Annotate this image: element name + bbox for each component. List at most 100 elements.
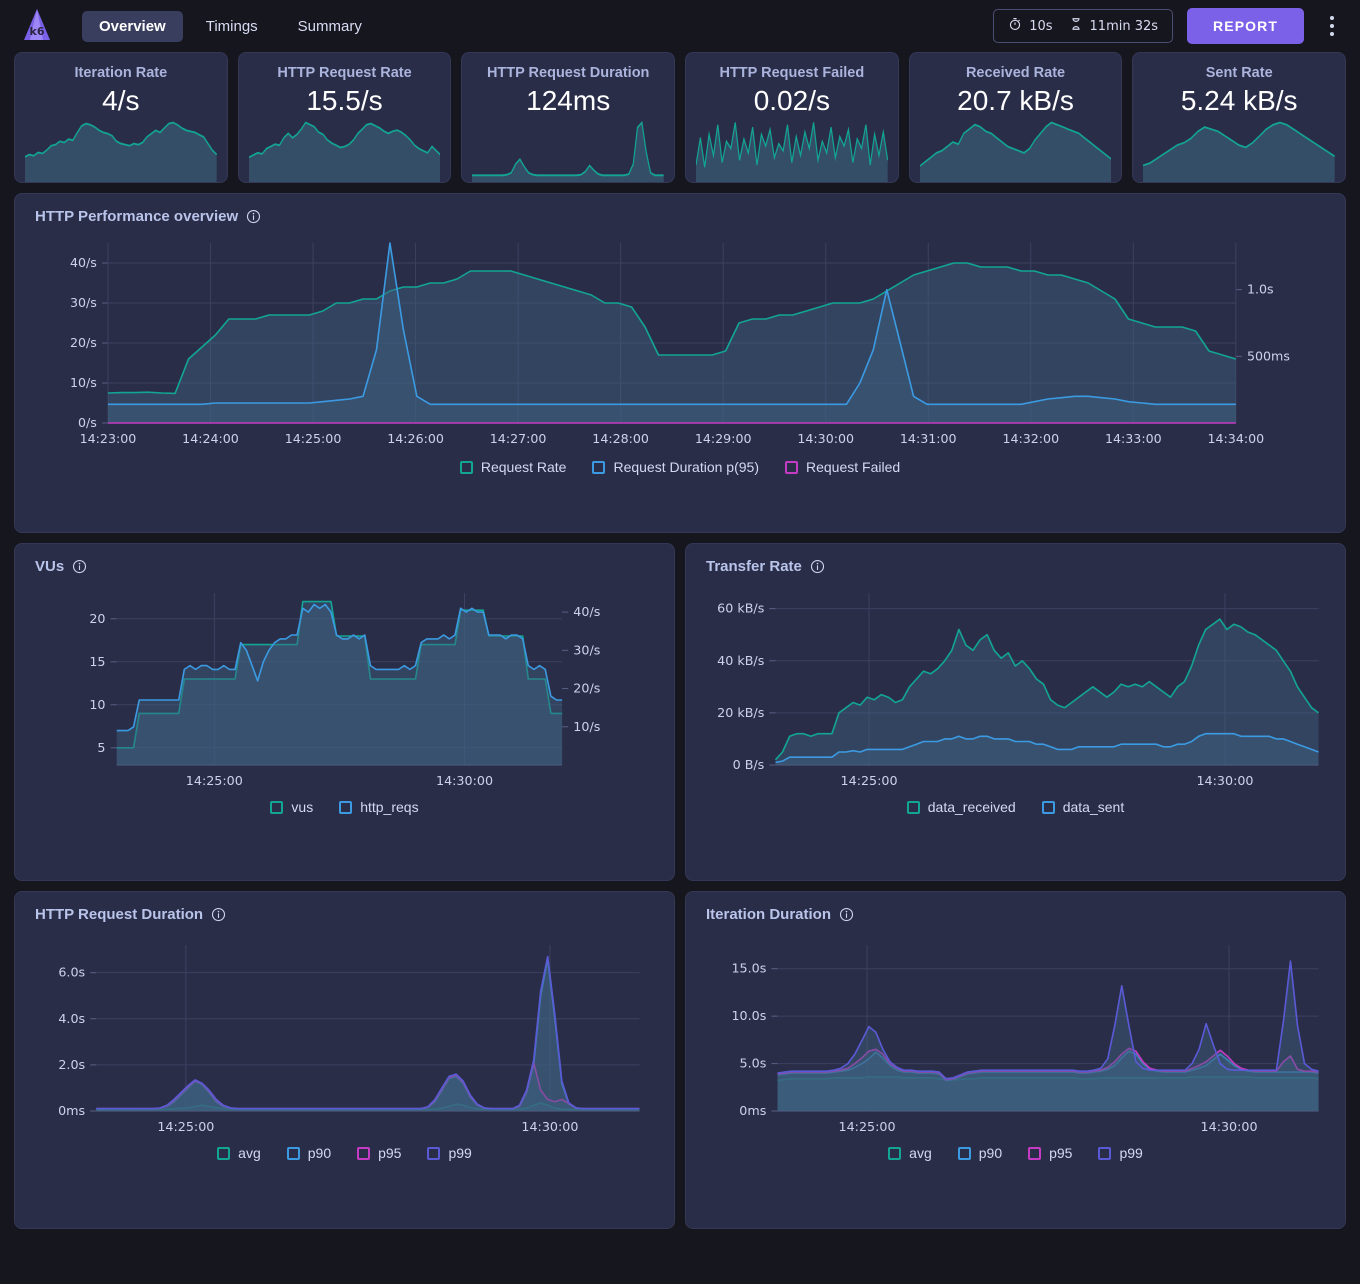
svg-text:14:30:00: 14:30:00 [436, 773, 493, 788]
stat-card-value: 4/s [102, 85, 140, 116]
info-icon[interactable] [72, 559, 87, 574]
legend-label: Request Failed [805, 459, 901, 475]
svg-text:14:25:00: 14:25:00 [157, 1119, 214, 1134]
stat-card-sparkline [25, 121, 217, 182]
stat-card-value: 15.5/s [306, 85, 383, 116]
stopwatch-icon [1008, 17, 1022, 35]
stat-card-sent-rate[interactable]: Sent Rate 5.24 kB/s [1132, 52, 1347, 183]
legend-swatch [592, 460, 606, 474]
legend-swatch [888, 1146, 902, 1160]
svg-text:14:25:00: 14:25:00 [285, 431, 342, 446]
svg-text:10/s: 10/s [573, 719, 600, 734]
refresh-interval[interactable]: 10s [1008, 17, 1053, 35]
legend-swatch [1041, 800, 1055, 814]
legend-item-p99[interactable]: p99 [1098, 1145, 1143, 1161]
stat-cards: Iteration Rate 4/s HTTP Request Rate 15.5/s… [0, 52, 1360, 183]
chart-iteration-duration[interactable]: 0ms 5.0s 10.0s 15.0s 14:25:00 14:30:00 [686, 923, 1345, 1141]
panel-title-transfer-rate: Transfer Rate [686, 544, 1345, 575]
http-performance-row: HTTP Performance overview 0/s 10/s 20/s 30/… [0, 183, 1360, 533]
svg-text:10.0s: 10.0s [731, 1008, 766, 1023]
panel-title-http-request-duration: HTTP Request Duration [15, 892, 674, 923]
legend-item-http-reqs[interactable]: http_reqs [339, 799, 419, 815]
chart-vus[interactable]: 5 10 15 20 10/s 20/s 30/s 40/s 14:25:00 14:30:00 [15, 575, 674, 795]
svg-text:5: 5 [97, 740, 105, 755]
svg-text:0ms: 0ms [58, 1103, 85, 1118]
legend-swatch [1098, 1146, 1112, 1160]
stat-card-http-request-duration[interactable]: HTTP Request Duration 124ms [461, 52, 676, 183]
stat-card-label: Received Rate [965, 65, 1066, 81]
legend-item-p90[interactable]: p90 [957, 1145, 1003, 1161]
legend-item-vus[interactable]: vus [270, 799, 313, 815]
report-button[interactable]: REPORT [1187, 8, 1304, 44]
chart-transfer-rate[interactable]: 0 B/s 20 kB/s 40 kB/s 60 kB/s 14:25:00 14:30:… [686, 575, 1345, 795]
app-header: k6 Overview Timings Summary 10s 11min 32… [0, 0, 1360, 52]
legend-swatch [427, 1146, 441, 1160]
panel-title-text: Transfer Rate [706, 558, 802, 575]
legend-item-data-sent[interactable]: data_sent [1041, 799, 1125, 815]
legend-item-request-rate[interactable]: Request Rate [459, 459, 567, 475]
stat-card-sparkline [1143, 121, 1336, 182]
legend-item-avg[interactable]: avg [888, 1145, 932, 1161]
svg-text:4.0s: 4.0s [58, 1011, 85, 1026]
stat-card-value: 124ms [526, 85, 611, 116]
panel-title-text: HTTP Performance overview [35, 208, 239, 225]
info-icon[interactable] [839, 907, 854, 922]
legend-item-p90[interactable]: p90 [286, 1145, 331, 1161]
legend-swatch [1028, 1146, 1042, 1160]
svg-text:14:33:00: 14:33:00 [1105, 431, 1162, 446]
svg-text:20: 20 [89, 611, 105, 626]
svg-text:14:30:00: 14:30:00 [1201, 1119, 1258, 1134]
svg-text:0/s: 0/s [78, 415, 97, 430]
svg-text:14:25:00: 14:25:00 [841, 773, 898, 788]
stat-card-iteration-rate[interactable]: Iteration Rate 4/s [14, 52, 228, 183]
tab-overview[interactable]: Overview [82, 10, 183, 42]
tab-timings[interactable]: Timings [189, 11, 275, 42]
legend-label: p99 [448, 1145, 472, 1161]
time-controls[interactable]: 10s 11min 32s [993, 9, 1174, 43]
svg-text:5.0s: 5.0s [740, 1056, 767, 1071]
legend-item-p95[interactable]: p95 [357, 1145, 401, 1161]
panel-title-vus: VUs [15, 544, 674, 575]
svg-text:20/s: 20/s [70, 335, 97, 350]
panel-vus: VUs 5 10 15 20 10/s 20/s 30/s 40/s 14:25:00 14:30… [14, 543, 675, 881]
legend-label: Request Rate [480, 459, 567, 475]
svg-text:14:25:00: 14:25:00 [839, 1119, 896, 1134]
chart-http-request-duration[interactable]: 0ms 2.0s 4.0s 6.0s 14:25:00 14:30:00 [15, 923, 674, 1141]
legend-label: p95 [378, 1145, 402, 1161]
legend-item-request-duration-p-95[interactable]: Request Duration p(95) [592, 459, 759, 475]
info-icon[interactable] [810, 559, 825, 574]
legend-label: data_sent [1062, 799, 1125, 815]
info-icon[interactable] [211, 907, 226, 922]
legend-swatch [270, 800, 284, 814]
svg-text:20/s: 20/s [573, 681, 600, 696]
legend-item-p99[interactable]: p99 [427, 1145, 472, 1161]
stat-card-http-request-rate[interactable]: HTTP Request Rate 15.5/s [237, 52, 452, 183]
svg-text:30/s: 30/s [70, 295, 97, 310]
legend-label: vus [291, 799, 314, 815]
stat-card-http-request-failed[interactable]: HTTP Request Failed 0.02/s [685, 52, 899, 183]
svg-text:500ms: 500ms [1247, 348, 1290, 363]
svg-text:10/s: 10/s [70, 375, 97, 390]
vus-transfer-row: VUs 5 10 15 20 10/s 20/s 30/s 40/s 14:25:00 14:30… [0, 533, 1360, 881]
chart-http-performance[interactable]: 0/s 10/s 20/s 30/s 40/s 500ms 1.0s 14:23:00 14:2… [15, 225, 1345, 455]
legend-label: avg [909, 1145, 932, 1161]
svg-text:30/s: 30/s [573, 642, 600, 657]
svg-text:40/s: 40/s [70, 255, 97, 270]
tab-summary[interactable]: Summary [281, 11, 379, 42]
legend-item-data-received[interactable]: data_received [906, 799, 1016, 815]
legend-item-p95[interactable]: p95 [1028, 1145, 1072, 1161]
stat-card-label: HTTP Request Rate [277, 65, 412, 81]
legend-item-request-failed[interactable]: Request Failed [784, 459, 901, 475]
nav-tabs: Overview Timings Summary [82, 10, 379, 42]
elapsed-time[interactable]: 11min 32s [1069, 17, 1158, 35]
legend-label: p90 [978, 1145, 1003, 1161]
legend-swatch [357, 1146, 371, 1160]
info-icon[interactable] [246, 209, 261, 224]
panel-http-performance: HTTP Performance overview 0/s 10/s 20/s 30/… [14, 193, 1346, 533]
stat-card-received-rate[interactable]: Received Rate 20.7 kB/s [908, 52, 1123, 183]
svg-text:0ms: 0ms [739, 1103, 766, 1118]
stat-card-sparkline [696, 122, 888, 182]
legend-item-avg[interactable]: avg [217, 1145, 261, 1161]
svg-text:1.0s: 1.0s [1247, 282, 1274, 297]
kebab-menu-icon[interactable] [1318, 8, 1346, 44]
